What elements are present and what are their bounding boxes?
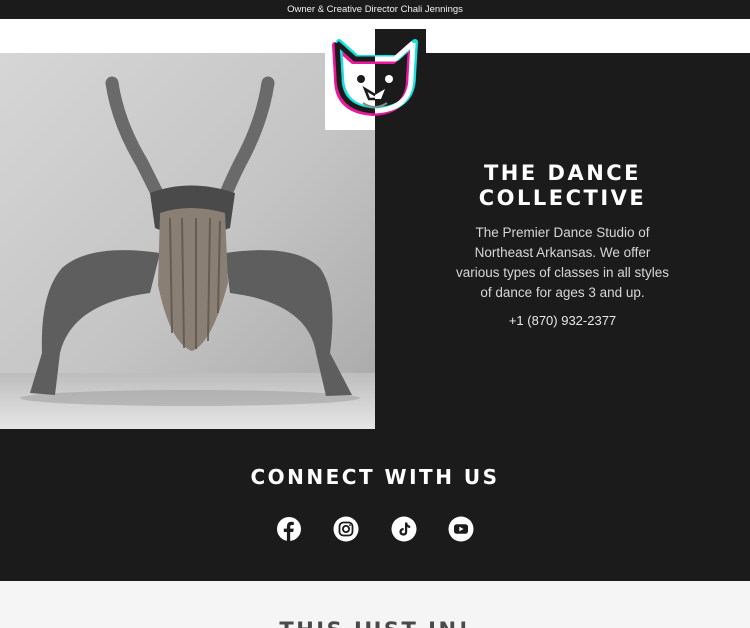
site-logo[interactable] <box>325 29 426 130</box>
tiktok-icon <box>391 516 417 542</box>
hero-description: The Premier Dance Studio of Northeast Ar… <box>455 225 670 300</box>
hero-title: The Dance Collective <box>478 161 647 210</box>
youtube-icon <box>448 516 474 542</box>
instagram-link[interactable] <box>333 516 359 542</box>
connect-section: Connect With Us <box>0 429 750 581</box>
french-bulldog-logo-icon <box>325 29 426 130</box>
announcement-text: Owner & Creative Director Chali Jennings <box>287 4 463 15</box>
phone-link[interactable]: +1 (870) 932-2377 <box>509 313 616 328</box>
facebook-link[interactable] <box>276 516 302 542</box>
youtube-link[interactable] <box>448 516 474 542</box>
tiktok-link[interactable] <box>391 516 417 542</box>
news-title: This Just In! <box>0 618 750 628</box>
instagram-icon <box>333 516 359 542</box>
hero-content: The Dance Collective The Premier Dance S… <box>445 161 680 329</box>
social-links <box>0 516 750 542</box>
news-section: This Just In! <box>0 581 750 628</box>
announcement-bar: Owner & Creative Director Chali Jennings <box>0 0 750 19</box>
facebook-icon <box>277 517 301 542</box>
connect-title: Connect With Us <box>250 465 500 489</box>
dancer-photo <box>0 53 375 429</box>
